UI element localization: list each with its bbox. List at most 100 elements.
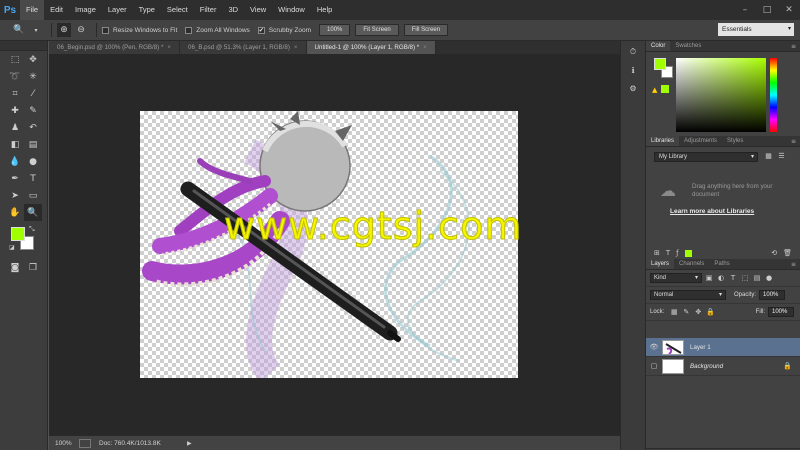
eyedropper-tool-icon[interactable]: ⁄ <box>24 85 42 102</box>
type-filter-icon[interactable]: T <box>728 274 738 282</box>
menu-image[interactable]: Image <box>69 0 102 20</box>
zoom-in-icon[interactable]: ⊕ <box>57 23 71 37</box>
tab-layers[interactable]: Layers <box>646 259 675 269</box>
hue-slider[interactable] <box>770 58 777 132</box>
lock-position-icon[interactable]: ✥ <box>693 308 703 316</box>
resize-windows-checkbox[interactable]: Resize Windows to Fit <box>102 26 177 34</box>
clone-stamp-tool-icon[interactable]: ♟ <box>6 119 24 136</box>
canvas-area[interactable]: www.cgtsj.com <box>49 54 620 435</box>
panel-menu-icon[interactable]: ≡ <box>791 259 800 269</box>
foreground-color-swatch[interactable] <box>11 227 25 241</box>
healing-brush-tool-icon[interactable]: ✚ <box>6 102 24 119</box>
menu-3d[interactable]: 3D <box>222 0 244 20</box>
tab-channels[interactable]: Channels <box>674 259 709 269</box>
screen-mode-icon[interactable]: ❐ <box>24 259 42 276</box>
magic-wand-tool-icon[interactable]: ✳ <box>24 68 42 85</box>
library-select[interactable]: My Library ▾ <box>654 152 758 162</box>
menu-layer[interactable]: Layer <box>102 0 133 20</box>
zoom-level[interactable]: 100% <box>55 440 75 447</box>
eye-icon[interactable]: 👁 <box>646 343 662 351</box>
adjustment-filter-icon[interactable]: ◐ <box>716 274 726 282</box>
tab-adjustments[interactable]: Adjustments <box>679 136 722 146</box>
layer-row[interactable]: 👁 Layer 1 <box>646 338 800 357</box>
status-menu-arrow-icon[interactable]: ▶ <box>187 440 192 447</box>
list-view-icon[interactable]: ☰ <box>777 152 786 161</box>
smart-object-filter-icon[interactable]: ▤ <box>752 274 762 282</box>
lock-transparency-icon[interactable]: ▦ <box>669 308 679 316</box>
shape-filter-icon[interactable]: ⬚ <box>740 274 750 282</box>
zoom-tool-preset-icon[interactable]: 🔍 <box>12 23 26 37</box>
scrubby-zoom-checkbox[interactable]: ✔ Scrubby Zoom <box>257 26 311 34</box>
swap-colors-icon[interactable]: ⤡ <box>29 225 35 234</box>
adjustments-icon[interactable]: ⚙ <box>625 81 641 95</box>
default-colors-icon[interactable]: ◪ <box>9 244 15 251</box>
close-tab-icon[interactable]: × <box>294 44 298 51</box>
history-brush-tool-icon[interactable]: ↶ <box>24 119 42 136</box>
web-color-swatch[interactable] <box>661 85 669 93</box>
menu-file[interactable]: File <box>20 0 45 20</box>
close-icon[interactable]: ✕ <box>778 0 800 20</box>
opacity-input[interactable]: 100% <box>759 290 786 300</box>
fill-input[interactable]: 100% <box>768 307 794 317</box>
history-icon[interactable]: ⏱ <box>625 45 641 59</box>
pen-tool-icon[interactable]: ✒ <box>6 170 24 187</box>
dodge-tool-icon[interactable]: ● <box>24 153 42 170</box>
add-graphic-icon[interactable]: ⊞ <box>654 249 660 257</box>
lasso-tool-icon[interactable]: ➰ <box>6 68 24 85</box>
panel-menu-icon[interactable]: ≡ <box>791 136 800 146</box>
fill-screen-button[interactable]: Fill Screen <box>403 24 449 36</box>
pixel-filter-icon[interactable]: ▣ <box>704 274 714 282</box>
tab-styles[interactable]: Styles <box>722 136 748 146</box>
fit-screen-button[interactable]: Fit Screen <box>355 24 399 36</box>
filter-kind-select[interactable]: Kind ▾ <box>650 273 702 283</box>
properties-icon[interactable]: ℹ <box>625 63 641 77</box>
tab-swatches[interactable]: Swatches <box>670 41 706 51</box>
lock-pixels-icon[interactable]: ✎ <box>681 308 691 316</box>
menu-type[interactable]: Type <box>133 0 161 20</box>
marquee-tool-icon[interactable]: ⬚ <box>6 51 24 68</box>
menu-edit[interactable]: Edit <box>44 0 69 20</box>
add-color-swatch[interactable] <box>684 249 692 257</box>
visibility-toggle-icon[interactable]: ▢ <box>646 362 662 370</box>
tab-paths[interactable]: Paths <box>709 259 734 269</box>
grid-view-icon[interactable]: ▦ <box>764 152 773 161</box>
character-style-icon[interactable]: ƒ <box>676 249 678 257</box>
export-icon[interactable] <box>79 438 91 448</box>
maximize-icon[interactable]: □ <box>756 0 778 20</box>
color-picker-field[interactable] <box>676 58 766 132</box>
tab-06-b[interactable]: 06_B.psd @ 51.3% (Layer 1, RGB/8) × <box>180 41 307 54</box>
brush-tool-icon[interactable]: ✎ <box>24 102 42 119</box>
zoom-100-button[interactable]: 100% <box>319 24 351 36</box>
blur-tool-icon[interactable]: 💧 <box>6 153 24 170</box>
layer-row[interactable]: ▢ Background 🔒 <box>646 357 800 376</box>
hand-tool-icon[interactable]: ✋ <box>6 204 24 221</box>
panel-menu-icon[interactable]: ≡ <box>791 41 800 51</box>
foreground-color-swatch[interactable] <box>654 58 666 70</box>
tab-color[interactable]: Color <box>646 41 671 51</box>
text-style-icon[interactable]: T <box>666 249 670 257</box>
minimize-icon[interactable]: – <box>734 0 756 20</box>
path-selection-tool-icon[interactable]: ➤ <box>6 187 24 204</box>
tab-untitled-1[interactable]: Untitled-1 @ 100% (Layer 1, RGB/8) * × <box>306 41 436 54</box>
tab-06-begin[interactable]: 06_Begin.psd @ 100% (Pen, RGB/8) * × <box>49 41 180 54</box>
trash-icon[interactable]: 🗑 <box>783 249 792 257</box>
lock-all-icon[interactable]: 🔒 <box>705 308 715 316</box>
crop-tool-icon[interactable]: ⌗ <box>6 85 24 102</box>
menu-help[interactable]: Help <box>311 0 338 20</box>
close-tab-icon[interactable]: × <box>167 44 171 51</box>
menu-filter[interactable]: Filter <box>194 0 223 20</box>
close-tab-icon[interactable]: × <box>423 44 427 51</box>
zoom-all-checkbox[interactable]: Zoom All Windows <box>185 26 250 34</box>
workspace-select[interactable]: Essentials ▾ <box>718 23 794 36</box>
blend-mode-select[interactable]: Normal ▾ <box>650 290 726 300</box>
menu-view[interactable]: View <box>244 0 272 20</box>
filter-toggle-icon[interactable]: ● <box>764 274 774 282</box>
menu-select[interactable]: Select <box>161 0 194 20</box>
rectangle-tool-icon[interactable]: ▭ <box>24 187 42 204</box>
eraser-tool-icon[interactable]: ◧ <box>6 136 24 153</box>
move-tool-icon[interactable]: ✥ <box>24 51 42 68</box>
gamut-warning-icon[interactable]: ▲ <box>652 86 657 94</box>
tab-libraries[interactable]: Libraries <box>646 136 680 146</box>
type-tool-icon[interactable]: T <box>24 170 42 187</box>
preset-dropdown-icon[interactable]: ▾ <box>29 23 43 37</box>
